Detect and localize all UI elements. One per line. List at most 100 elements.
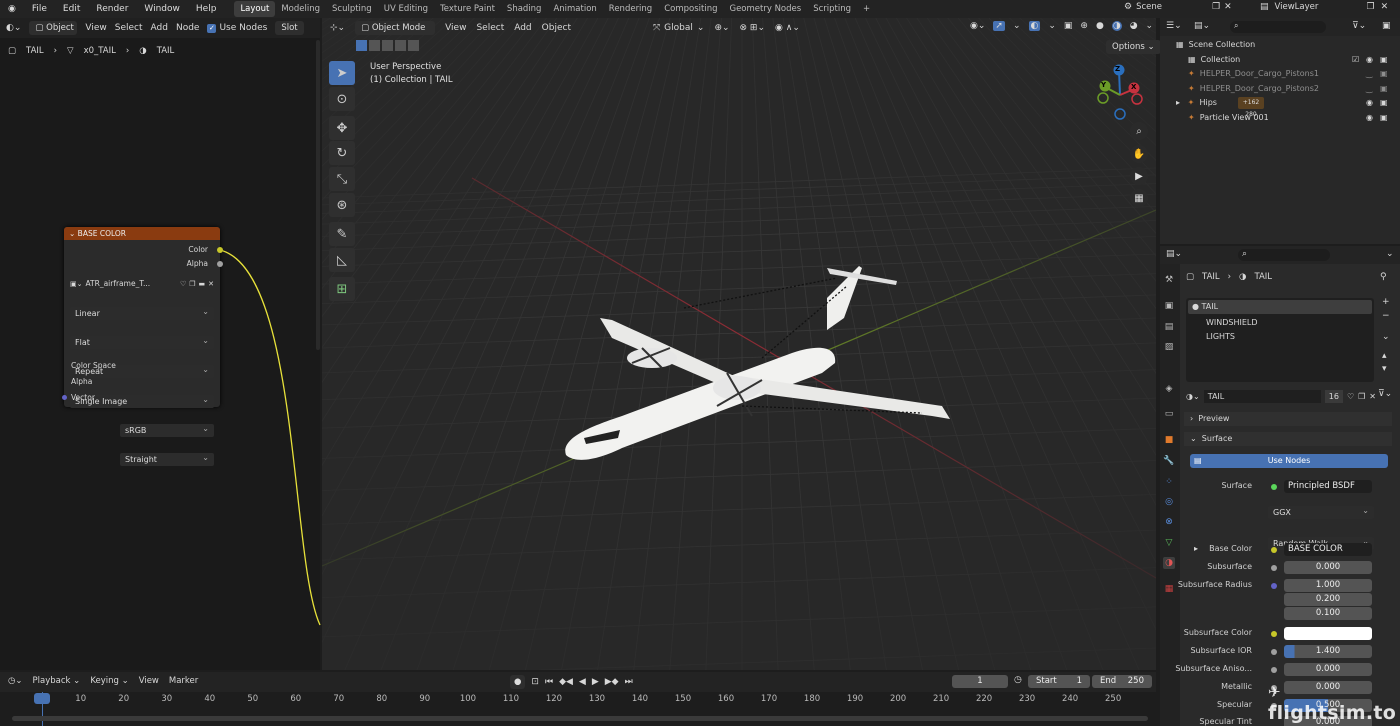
move-up-icon[interactable]: ▴ xyxy=(1382,351,1387,361)
chevron-down-icon[interactable]: ⌄ xyxy=(1386,249,1394,259)
stopwatch-icon[interactable]: ◷ xyxy=(1014,675,1022,685)
menu-view[interactable]: View xyxy=(139,676,159,686)
new-collection-icon[interactable]: ▣ xyxy=(1382,21,1391,31)
scene-selector[interactable]: ⚙ Scene ❐ ✕ xyxy=(1124,2,1232,12)
fake-user-icon[interactable]: ♡ xyxy=(180,280,186,288)
render-tab-icon[interactable]: ▣ xyxy=(1163,300,1175,312)
camera-view-button[interactable]: ▶ xyxy=(1130,167,1148,185)
rendered-shading-icon[interactable]: ◕ xyxy=(1130,21,1138,31)
tab-animation[interactable]: Animation xyxy=(547,1,602,17)
xray-icon[interactable]: ▣ xyxy=(1064,21,1073,31)
radius-z-field[interactable]: 0.100 xyxy=(1284,607,1372,620)
camera-icon[interactable]: ▣ xyxy=(1380,113,1388,122)
properties-search-input[interactable]: ⌕ xyxy=(1238,249,1330,261)
auto-keying-options-icon[interactable]: ⊡ xyxy=(531,677,539,687)
radius-y-field[interactable]: 0.200 xyxy=(1284,593,1372,606)
outliner[interactable] xyxy=(1160,18,1400,244)
outliner-collection[interactable]: ▦ Collection ☑ ◉ ▣ xyxy=(1188,55,1400,64)
projection-dropdown[interactable]: Flat xyxy=(70,334,214,349)
close-icon[interactable]: ✕ xyxy=(208,280,214,288)
select-extend-icon[interactable] xyxy=(369,40,380,51)
close-scene-icon[interactable]: ✕ xyxy=(1224,2,1232,12)
keying-menu[interactable]: Keying ⌄ xyxy=(90,676,128,686)
close-viewlayer-icon[interactable]: ✕ xyxy=(1381,2,1389,12)
constraint-tab-icon[interactable]: ⊗ xyxy=(1163,516,1175,528)
pin-icon[interactable]: ⚲ xyxy=(1380,272,1387,282)
eye-hidden-icon[interactable]: ‿ xyxy=(1366,84,1372,93)
eye-icon[interactable]: ◉ xyxy=(1366,113,1373,122)
radius-x-field[interactable]: 1.000 xyxy=(1284,579,1372,592)
end-frame-field[interactable]: End 250 xyxy=(1092,675,1152,688)
record-button[interactable]: ● xyxy=(510,675,526,689)
camera-icon[interactable]: ▣ xyxy=(1380,84,1388,93)
surface-panel-header[interactable]: ⌄ Surface xyxy=(1184,432,1392,446)
node-editor-scrollbar[interactable] xyxy=(316,40,320,350)
output-tab-icon[interactable]: ▤ xyxy=(1163,321,1175,333)
editor-type-icon[interactable]: ▤⌄ xyxy=(1166,249,1182,259)
physics-tab-icon[interactable]: ◎ xyxy=(1163,496,1175,508)
select-intersect-icon[interactable] xyxy=(408,40,419,51)
material-datablock[interactable]: ◑⌄ TAIL 16 ♡ ❐ ✕ xyxy=(1186,389,1376,403)
slot-menu-icon[interactable]: ⌄ xyxy=(1382,332,1390,342)
playhead[interactable] xyxy=(34,693,50,704)
tab-sculpting[interactable]: Sculpting xyxy=(326,1,378,17)
expand-icon[interactable]: ▸ xyxy=(1194,544,1198,553)
display-mode-icon[interactable]: ▤⌄ xyxy=(1194,21,1210,31)
menu-add[interactable]: Add xyxy=(514,23,531,33)
outliner-search-input[interactable]: ⌕ xyxy=(1230,21,1326,33)
outliner-scene-collection[interactable]: ▦ Scene Collection xyxy=(1176,40,1255,49)
menu-select[interactable]: Select xyxy=(476,23,504,33)
interpolation-dropdown[interactable]: Linear xyxy=(70,305,214,320)
play-icon[interactable]: ▶ xyxy=(592,677,599,687)
base-color-field[interactable]: BASE COLOR xyxy=(1284,543,1372,556)
tool-tab-icon[interactable]: ⚒ xyxy=(1163,274,1175,286)
eye-icon[interactable]: ◉ xyxy=(1366,98,1373,107)
jump-keyframe-forward-icon[interactable]: ▶◆ xyxy=(605,677,619,687)
tab-texture-paint[interactable]: Texture Paint xyxy=(434,1,501,17)
scale-tool[interactable]: ⤡ xyxy=(329,167,355,191)
tab-geometry-nodes[interactable]: Geometry Nodes xyxy=(723,1,807,17)
gizmo-toggle-icon[interactable]: ➚ xyxy=(993,21,1005,31)
link-icon[interactable]: ⊽⌄ xyxy=(1378,389,1392,399)
outliner-item[interactable]: ✦ Particle View 001 ◉ ▣ xyxy=(1188,113,1400,122)
zoom-button[interactable]: ⌕ xyxy=(1130,122,1148,140)
editor-type-icon[interactable]: ☰⌄ xyxy=(1166,21,1182,31)
modifier-tab-icon[interactable]: 🔧 xyxy=(1163,455,1175,467)
orientation-dropdown[interactable]: ⤧ Global ⌄ xyxy=(653,23,704,33)
filter-icon[interactable]: ⊽⌄ xyxy=(1352,21,1366,31)
outliner-item[interactable]: ✦ HELPER_Door_Cargo_Pistons2 ‿ ▣ xyxy=(1188,84,1400,93)
checkbox-icon[interactable]: ☑ xyxy=(1352,55,1359,64)
outliner-item[interactable]: ▸ ✦ Hips +162 280 ◉ ▣ xyxy=(1176,97,1400,118)
move-tool[interactable]: ✥ xyxy=(329,116,355,140)
copy-viewlayer-icon[interactable]: ❐ xyxy=(1367,2,1375,12)
material-tab-icon[interactable]: ◑ xyxy=(1163,557,1175,569)
outliner-item[interactable]: ✦ HELPER_Door_Cargo_Pistons1 ‿ ▣ xyxy=(1188,69,1400,78)
object-tab-icon[interactable]: ■ xyxy=(1163,434,1175,446)
timeline-scrollbar[interactable] xyxy=(12,716,1148,721)
scene-tab-icon[interactable]: ◈ xyxy=(1163,383,1175,395)
measure-tool[interactable]: ◺ xyxy=(329,248,355,272)
tab-rendering[interactable]: Rendering xyxy=(603,1,658,17)
node-header[interactable]: ⌄ BASE COLOR xyxy=(64,227,220,240)
menu-object[interactable]: Object xyxy=(542,23,571,33)
preview-panel-header[interactable]: › Preview xyxy=(1184,412,1392,426)
add-cube-tool[interactable]: ⊞ xyxy=(329,277,355,301)
close-icon[interactable]: ✕ xyxy=(1369,392,1376,401)
start-frame-field[interactable]: Start 1 xyxy=(1028,675,1090,688)
rotate-tool[interactable]: ↻ xyxy=(329,141,355,165)
jump-end-icon[interactable]: ⏭ xyxy=(625,677,633,687)
subsurface-anisotropy-field[interactable]: 0.000 xyxy=(1284,663,1372,676)
world-tab-icon[interactable]: ▭ xyxy=(1163,408,1175,420)
options-dropdown[interactable]: Options ⌄ xyxy=(1106,40,1161,54)
solid-shading-icon[interactable]: ● xyxy=(1096,21,1104,31)
viewlayer-selector[interactable]: ▤ ViewLayer ❐ ✕ xyxy=(1260,2,1388,12)
3d-viewport[interactable]: Z X Y xyxy=(322,18,1156,670)
playback-menu[interactable]: Playback ⌄ xyxy=(33,676,81,686)
image-texture-node[interactable]: ⌄ BASE COLOR Color Alpha ▣⌄ ATR_airframe… xyxy=(62,227,223,466)
transform-tool[interactable]: ⊛ xyxy=(329,193,355,217)
data-tab-icon[interactable]: ▽ xyxy=(1163,537,1175,549)
fake-user-icon[interactable]: ♡ xyxy=(1347,392,1354,401)
play-reverse-icon[interactable]: ◀ xyxy=(579,677,586,687)
add-workspace-icon[interactable]: + xyxy=(857,1,876,17)
tab-uv-editing[interactable]: UV Editing xyxy=(378,1,434,17)
